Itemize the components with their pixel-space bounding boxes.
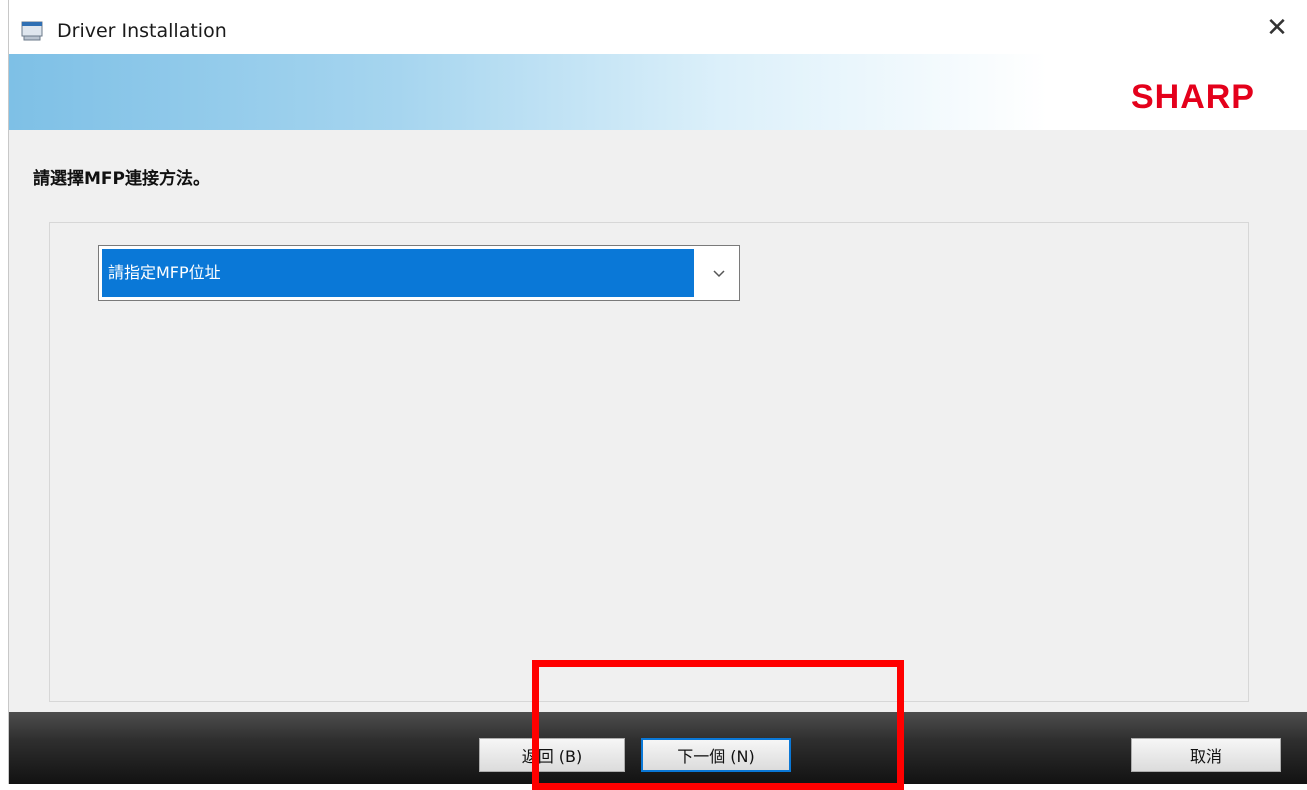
title-bar: Driver Installation ✕ — [9, 0, 1307, 54]
close-icon: ✕ — [1266, 13, 1288, 43]
instruction-text: 請選擇MFP連接方法。 — [33, 169, 210, 189]
chevron-down-icon[interactable] — [699, 246, 739, 300]
next-button[interactable]: 下一個 (N) — [641, 738, 791, 772]
content-panel: 請指定MFP位址 — [49, 222, 1249, 702]
printer-icon — [21, 21, 43, 41]
select-selected-value: 請指定MFP位址 — [102, 249, 694, 297]
brand-logo: SHARP — [1130, 78, 1255, 116]
window-title: Driver Installation — [57, 20, 227, 42]
cancel-button[interactable]: 取消 — [1131, 738, 1281, 772]
installer-window: Driver Installation ✕ SHARP 請選擇MFP連接方法。 … — [8, 0, 1307, 784]
footer-bar: 返回 (B) 下一個 (N) 取消 — [9, 712, 1307, 784]
close-button[interactable]: ✕ — [1261, 12, 1293, 44]
header-banner: SHARP — [9, 54, 1307, 130]
back-button[interactable]: 返回 (B) — [479, 738, 625, 772]
connection-method-select[interactable]: 請指定MFP位址 — [98, 245, 740, 301]
